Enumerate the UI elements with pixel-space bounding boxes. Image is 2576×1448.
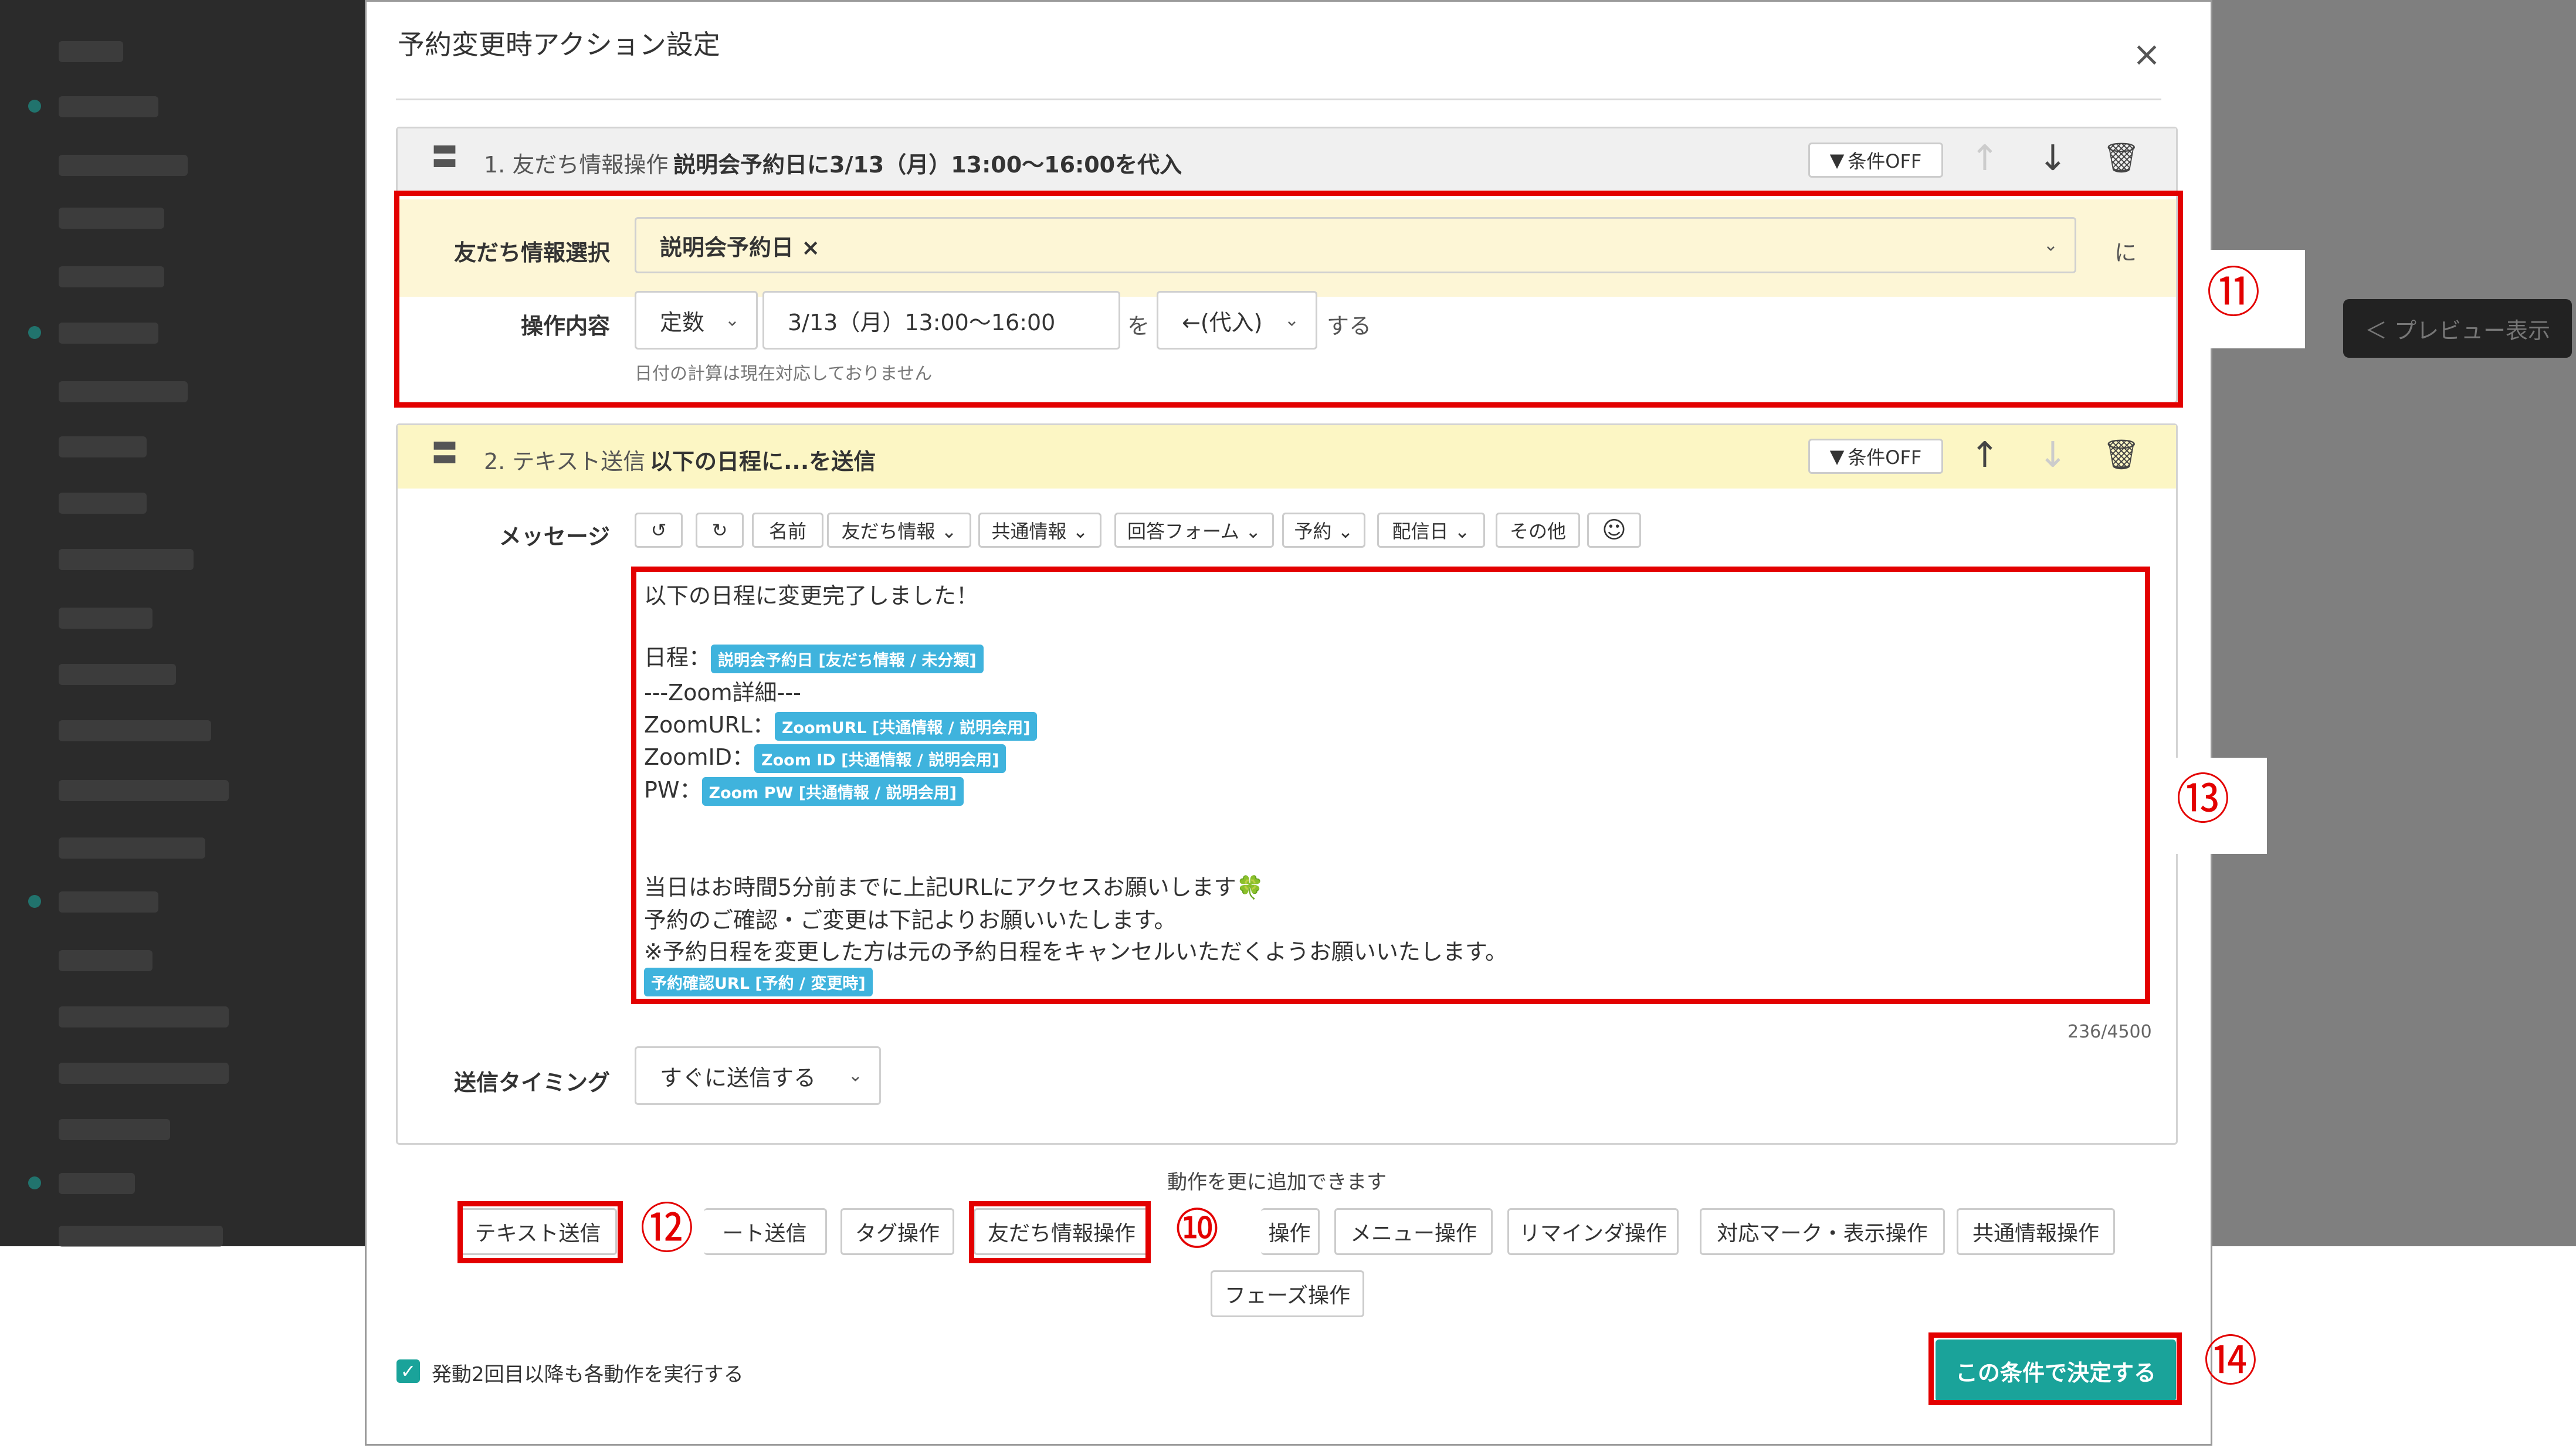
annotation-12: ⑫ [639,1198,694,1260]
sidebar-item [59,493,147,514]
sidebar-item [59,1173,135,1194]
add-reminder-button[interactable]: リマインダ操作 [1507,1208,1679,1255]
sidebar-item [59,96,158,117]
undo-button[interactable]: ↺ [635,513,683,548]
timing-select[interactable]: すぐに送信する ⌄ [635,1046,881,1105]
sidebar-item [59,1226,223,1247]
chevron-down-icon: ⌄ [848,1065,863,1086]
sidebar-dot [28,1176,41,1189]
annotation-box-12 [457,1201,623,1263]
sidebar-item [59,381,188,402]
char-counter: 236/4500 [2067,1022,2152,1042]
background-right [2211,0,2576,1246]
sidebar-item [59,208,164,229]
insert-delivery-date-button[interactable]: 配信日 ⌄ [1377,513,1485,548]
condition-off-button[interactable]: ▼ 条件OFF [1808,143,1943,178]
condition-off-label: 条件OFF [1848,150,1922,172]
condition-off-label: 条件OFF [1848,446,1922,469]
sidebar-item [59,1006,229,1027]
drag-handle-icon[interactable]: 〓 [431,440,458,467]
message-label: メッセージ [499,524,610,550]
arrow-up-icon[interactable]: ↑ [1967,438,2002,473]
action-2-type: 2. テキスト送信 [484,449,646,474]
sidebar-item [59,950,152,971]
insert-friend-info-button[interactable]: 友だち情報 ⌄ [827,513,971,548]
insert-other-button[interactable]: その他 [1496,513,1580,548]
annotation-box-11 [394,191,2183,408]
sidebar-dot [28,326,41,339]
drag-handle-icon[interactable]: 〓 [431,144,458,171]
action-1-type: 1. 友だち情報操作 [484,152,669,178]
insert-reservation-button[interactable]: 予約 ⌄ [1282,513,1365,548]
trash-icon[interactable]: 🗑 [2103,440,2140,469]
sidebar-item [59,323,158,344]
annotation-box-13 [631,567,2150,1004]
condition-off-button[interactable]: ▼ 条件OFF [1808,439,1943,474]
sidebar-item [59,837,205,859]
insert-name-button[interactable]: 名前 [752,513,823,548]
arrow-up-icon: ↑ [1970,138,2000,179]
annotation-11: ⑪ [2206,262,2260,324]
annotation-10: ⑩ [1172,1198,1222,1260]
sidebar-item [59,436,147,457]
arrow-down-icon: ↓ [2038,435,2068,476]
sidebar-item [59,780,229,801]
sidebar-dot [28,100,41,113]
add-menu-button[interactable]: メニュー操作 [1334,1208,1493,1255]
action-1-summary: 説明会予約日に3/13（月）13:00～16:00を代入 [673,152,1182,178]
sidebar-item [59,1119,170,1140]
annotation-box-10 [969,1201,1151,1263]
annotation-13: ⑬ [2175,768,2230,831]
divider [396,99,2161,100]
add-tag-button[interactable]: タグ操作 [840,1208,954,1255]
add-scenario-button[interactable]: 操作 [1261,1208,1320,1255]
sidebar-item [59,549,194,570]
sidebar-item [59,266,164,287]
filter-icon: ▼ [1829,149,1845,171]
sidebar-item [59,891,158,913]
redo-button[interactable]: ↻ [696,513,744,548]
checkbox-checked-icon[interactable]: ✓ [396,1359,420,1383]
add-common-info-button[interactable]: 共通情報操作 [1957,1208,2115,1255]
close-icon[interactable]: × [2129,36,2164,72]
checkbox-label: 発動2回目以降も各動作を実行する [432,1363,744,1386]
annotation-box-14 [1928,1332,2182,1405]
timing-value: すぐに送信する [660,1064,816,1091]
insert-form-button[interactable]: 回答フォーム ⌄ [1114,513,1274,548]
preview-button: ＜ プレビュー表示 [2343,299,2572,358]
sidebar-item [59,608,152,629]
sidebar-item [59,664,176,685]
filter-icon: ▼ [1829,445,1845,467]
sidebar-item [59,155,188,176]
action-2-summary: 以下の日程に...を送信 [650,449,876,474]
modal-title: 予約変更時アクション設定 [398,29,720,60]
add-mark-button[interactable]: 対応マーク・表示操作 [1700,1208,1945,1255]
sidebar-item [59,720,211,741]
background-sidebar [0,0,365,1247]
sidebar-dot [28,895,41,908]
annotation-14: ⑭ [2203,1330,2258,1393]
timing-label: 送信タイミング [453,1070,610,1096]
trash-icon[interactable]: 🗑 [2103,143,2140,172]
add-phase-button[interactable]: フェーズ操作 [1211,1270,1364,1317]
add-hint: 動作を更に追加できます [1167,1171,1387,1194]
arrow-down-icon[interactable]: ↓ [2035,141,2070,176]
insert-common-info-button[interactable]: 共通情報 ⌄ [978,513,1101,548]
sidebar-item [59,1063,229,1084]
add-template-send-button[interactable]: ート送信 [704,1208,827,1255]
emoji-icon[interactable]: ☺ [1587,513,1641,548]
sidebar-item [59,41,123,62]
